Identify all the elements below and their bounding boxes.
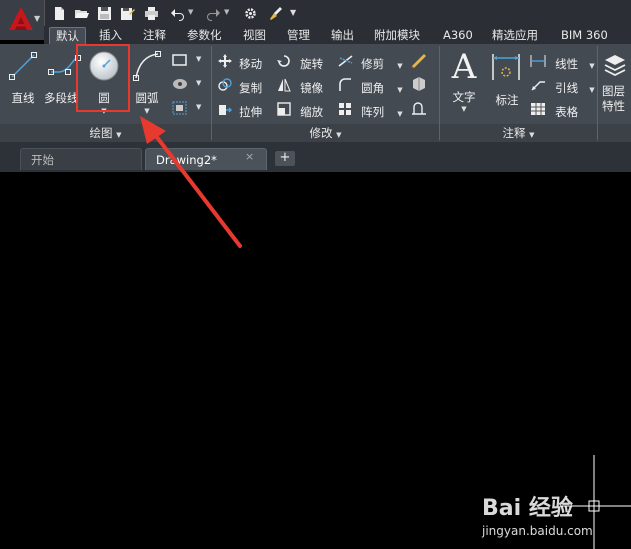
watermark-brand: Bai 经验	[482, 496, 573, 521]
watermark-url: jingyan.baidu.com	[482, 524, 593, 538]
annotation-arrow	[140, 116, 242, 248]
baidu-watermark: Bai 经验 jingyan.baidu.com	[468, 476, 631, 549]
